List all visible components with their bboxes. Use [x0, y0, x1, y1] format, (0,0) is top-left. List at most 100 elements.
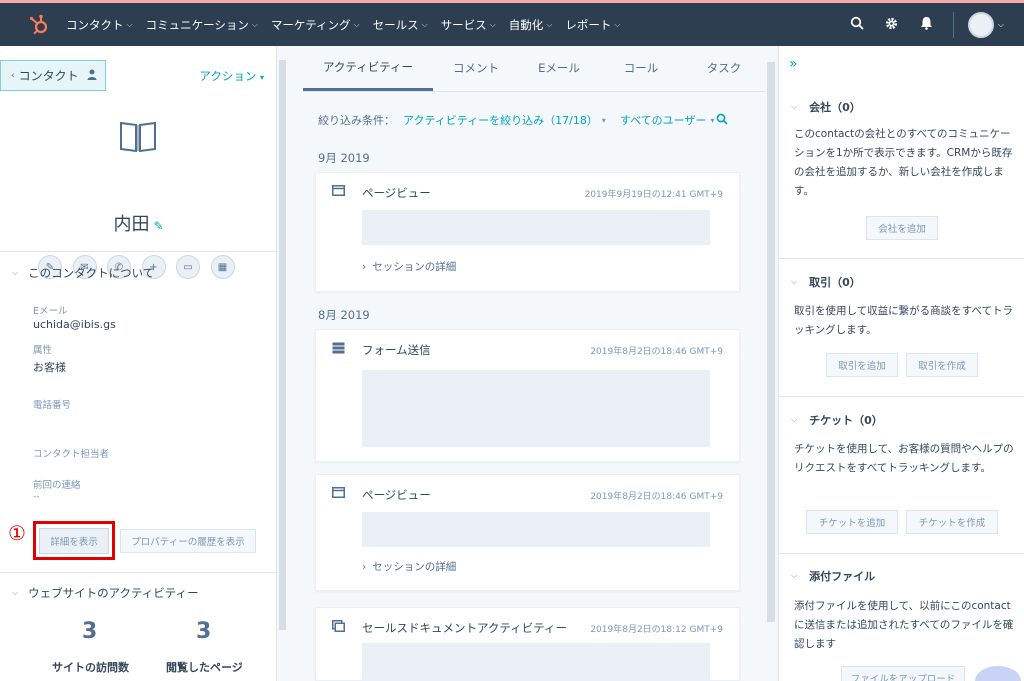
back-to-contacts-button[interactable]: ‹ コンタクト: [0, 60, 106, 91]
activity-tabs: アクティビティー コメント Eメール コール タスク: [303, 46, 765, 92]
show-details-button[interactable]: 詳細を表示: [39, 527, 109, 554]
tab-notes[interactable]: コメント: [433, 45, 519, 91]
left-scrollbar[interactable]: [277, 46, 288, 681]
attribute-label: 属性: [33, 345, 53, 356]
add-deal-button[interactable]: 取引を追加: [826, 353, 898, 377]
nav-item-service[interactable]: サービス ⌵: [441, 17, 496, 33]
nav-item-marketing[interactable]: マーケティング ⌵: [271, 17, 360, 33]
tab-emails[interactable]: Eメール: [519, 45, 599, 91]
activity-card: フォーム送信 2019年8月2日の18:46 GMT+9: [315, 329, 740, 462]
nav-item-automation[interactable]: 自動化 ⌵: [509, 17, 553, 33]
attachments-section-header[interactable]: ⌵ 添付ファイル: [791, 568, 875, 584]
chevron-left-icon: ‹: [11, 70, 15, 81]
last-contacted-value: --: [33, 492, 40, 502]
tickets-description: チケットを使用して、お客様の質問やヘルプのリクエストをすべてトラッキングします。: [794, 443, 1014, 474]
nav-item-reports[interactable]: レポート ⌵: [565, 17, 620, 33]
website-activity-header[interactable]: ⌵ ウェブサイトのアクティビティー: [12, 585, 199, 601]
tickets-section-header[interactable]: ⌵ チケット（0）: [791, 412, 883, 428]
website-activity-title: ウェブサイトのアクティビティー: [28, 586, 199, 600]
form-icon: [332, 342, 346, 354]
site-visits-label: サイトの訪問数: [52, 661, 129, 674]
add-company-button[interactable]: 会社を追加: [866, 216, 938, 240]
nav-item-sales[interactable]: セールス ⌵: [373, 17, 428, 33]
attachments-section-title: 添付ファイル: [809, 570, 876, 583]
activity-timestamp: 2019年8月2日の18:12 GMT+9: [590, 625, 723, 635]
tab-tasks[interactable]: タスク: [683, 45, 765, 91]
chevron-down-icon: ⌵: [489, 19, 496, 29]
create-deal-button[interactable]: 取引を作成: [906, 353, 978, 377]
contact-book-icon: [118, 118, 158, 154]
month-header: 8月 2019: [318, 308, 370, 322]
chevron-down-icon: ⌵: [251, 19, 258, 29]
pencil-edit-icon[interactable]: ✎: [153, 219, 163, 233]
attribute-value[interactable]: お客様: [33, 359, 66, 375]
nav-item-contacts[interactable]: コンタクト ⌵: [66, 17, 133, 33]
create-ticket-button[interactable]: チケットを作成: [906, 510, 998, 534]
phone-label: 電話番号: [33, 400, 72, 411]
nav-item-label: レポート: [565, 17, 612, 32]
contact-name-text: 内田: [113, 214, 150, 235]
activity-title: ページビュー: [362, 488, 431, 502]
hubspot-sprocket-icon[interactable]: [28, 14, 50, 36]
companies-description: このcontactの会社とのすべてのコミュニケーションを1か所で表示できます。C…: [794, 128, 1013, 197]
email-value[interactable]: uchida@ibis.gs: [33, 318, 116, 331]
nav-item-label: セールス: [372, 17, 419, 32]
add-ticket-button[interactable]: チケットを追加: [806, 510, 898, 534]
nav-item-label: コミュニケーション: [145, 17, 249, 32]
companies-section-title: 会社（0）: [809, 101, 861, 114]
redacted-content: [362, 643, 710, 681]
nav-item-conversations[interactable]: コミュニケーション ⌵: [146, 17, 258, 33]
chevron-down-icon: ⌵: [791, 102, 798, 111]
caret-down-icon: ▾: [710, 115, 715, 125]
chevron-down-icon: ⌵: [791, 415, 798, 424]
companies-section-header[interactable]: ⌵ 会社（0）: [791, 99, 861, 115]
session-details-toggle[interactable]: › セッションの詳細: [362, 259, 456, 274]
session-details-label: セッションの詳細: [372, 261, 457, 273]
double-chevron-right-icon[interactable]: »: [789, 56, 798, 72]
about-section-header[interactable]: ⌵ このコンタクトについて: [12, 265, 154, 281]
redacted-content: [362, 370, 710, 447]
property-history-button[interactable]: プロパティーの履歴を表示: [120, 529, 256, 553]
chevron-down-icon[interactable]: ⌵: [998, 20, 1004, 30]
chevron-down-icon: ⌵: [791, 571, 798, 580]
section-divider: [779, 258, 1024, 259]
session-details-toggle[interactable]: › セッションの詳細: [362, 559, 456, 574]
search-icon[interactable]: [716, 113, 729, 128]
contact-name: 内田 ✎: [0, 210, 277, 236]
filter-row: 絞り込み条件： アクティビティーを絞り込み（17/18） ▾ すべてのユーザー …: [318, 112, 729, 128]
gear-icon[interactable]: [883, 16, 901, 34]
calendar-icon[interactable]: ▦: [210, 255, 235, 279]
bell-icon[interactable]: [918, 16, 936, 34]
top-navigation-bar: コンタクト ⌵ コミュニケーション ⌵ マーケティング ⌵ セールス ⌵ サービス ⌵ 自…: [0, 0, 1024, 46]
actions-dropdown[interactable]: アクション ▾: [199, 68, 264, 84]
middle-scrollbar[interactable]: [766, 46, 776, 681]
nav-right-tools: ⌵: [831, 3, 1004, 46]
chevron-down-icon: ⌵: [12, 588, 19, 597]
nav-item-label: サービス: [440, 17, 487, 32]
nav-item-label: コンタクト: [66, 17, 124, 32]
chevron-down-icon: ⌵: [614, 19, 621, 29]
chevron-right-icon: ›: [362, 261, 367, 273]
tab-calls[interactable]: コール: [599, 45, 683, 91]
activity-timestamp: 2019年9月19日の12:41 GMT+9: [584, 190, 723, 200]
chevron-down-icon: ⌵: [126, 19, 133, 29]
search-icon[interactable]: [848, 16, 866, 34]
left-scrollbar-thumb[interactable]: [279, 60, 286, 630]
show-details-button-highlight: 詳細を表示: [33, 521, 115, 560]
filter-users-dropdown[interactable]: すべてのユーザー: [620, 112, 707, 128]
middle-scrollbar-thumb[interactable]: [767, 62, 775, 622]
deals-section-header[interactable]: ⌵ 取引（0）: [791, 274, 861, 290]
chevron-down-icon: ⌵: [353, 19, 360, 29]
redacted-content: [362, 512, 710, 547]
session-details-label: セッションの詳細: [372, 561, 457, 573]
activity-timestamp: 2019年8月2日の18:46 GMT+9: [590, 492, 723, 502]
chevron-right-icon: ›: [362, 561, 367, 573]
activity-timestamp: 2019年8月2日の18:46 GMT+9: [590, 347, 723, 357]
page-view-icon: [332, 185, 346, 197]
nav-divider: [952, 11, 954, 38]
tab-activity[interactable]: アクティビティー: [303, 45, 433, 91]
filter-activity-dropdown[interactable]: アクティビティーを絞り込み（17/18）: [403, 112, 598, 128]
upload-file-button[interactable]: ファイルをアップロード: [841, 666, 965, 681]
task-icon[interactable]: ▭: [176, 255, 200, 279]
user-avatar[interactable]: [967, 11, 994, 38]
